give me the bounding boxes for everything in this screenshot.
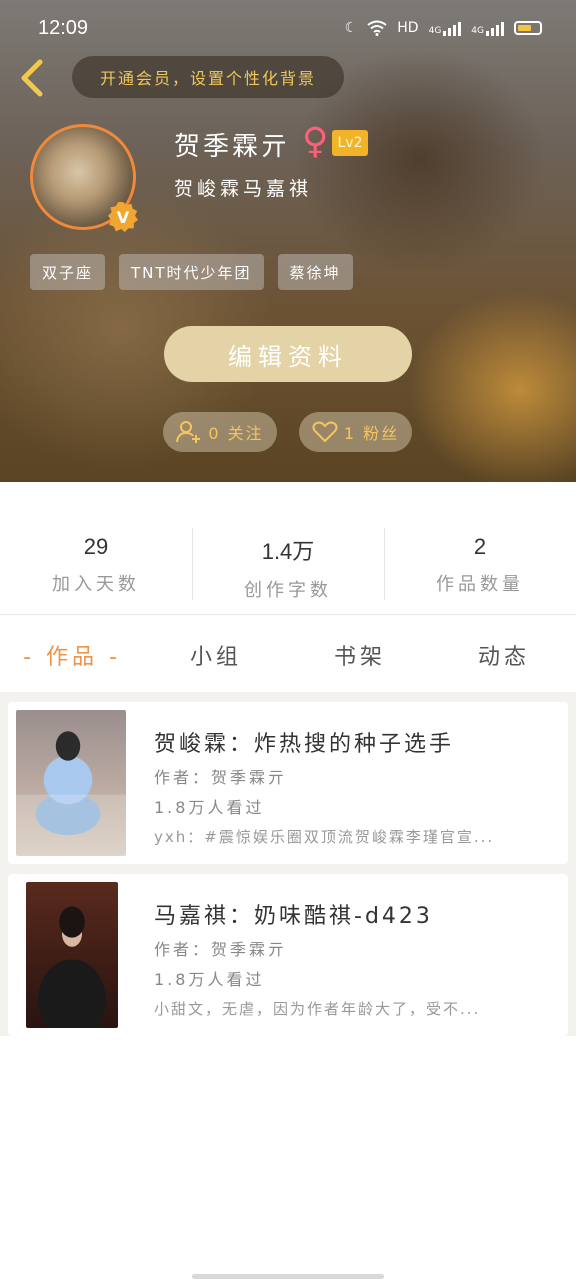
tab-works[interactable]: - 作品 -	[0, 632, 144, 678]
nickname: 贺季霖亓	[174, 132, 291, 162]
wifi-icon	[367, 20, 387, 36]
tab-activity[interactable]: 动态	[432, 632, 576, 678]
work-description: 小甜文，无虐，因为作者年龄大了，受不...	[154, 1000, 481, 1018]
work-author: 作者：贺季霖亓	[154, 940, 288, 959]
stat-label: 作品数量	[436, 574, 524, 595]
hd-label: HD	[397, 20, 419, 36]
chevron-left-icon	[21, 59, 43, 97]
stat-value: 29	[83, 534, 109, 559]
tag-item[interactable]: TNT时代少年团	[119, 254, 264, 290]
status-bar: 12:09 ☾ HD 4G 4G	[0, 0, 576, 56]
work-title: 贺峻霖：炸热搜的种子选手	[154, 732, 455, 757]
add-user-icon	[176, 421, 201, 443]
signature: 贺峻霖马嘉祺	[174, 178, 313, 200]
stats-row: 29 加入天数 1.4万 创作字数 2 作品数量	[0, 520, 576, 614]
level-badge: Lv2	[332, 130, 368, 156]
work-card[interactable]: 贺峻霖：炸热搜的种子选手 作者：贺季霖亓 1.8万人看过 yxh：#震惊娱乐圈双…	[8, 702, 568, 864]
edit-profile-button[interactable]: 编辑资料	[164, 326, 412, 382]
avatar[interactable]: V	[30, 124, 140, 234]
signal-2: 4G	[471, 20, 504, 36]
stat-value: 1.4万	[261, 539, 315, 564]
female-icon: ♀	[302, 121, 329, 162]
work-cover	[26, 882, 118, 1028]
moon-icon: ☾	[344, 20, 358, 36]
following-count: 0 关注	[208, 424, 264, 443]
battery-icon	[514, 21, 542, 35]
tab-bar: - 作品 - 小组 书架 动态	[0, 632, 576, 678]
followers-button[interactable]: 1 粉丝	[299, 412, 412, 452]
tab-bookshelf[interactable]: 书架	[288, 632, 432, 678]
stat-word-count: 1.4万 创作字数	[192, 520, 384, 614]
signal-1: 4G	[429, 20, 462, 36]
tab-groups[interactable]: 小组	[144, 632, 288, 678]
status-time: 12:09	[38, 16, 89, 39]
stat-label: 加入天数	[52, 574, 140, 595]
stat-label: 创作字数	[244, 580, 332, 601]
home-indicator[interactable]	[192, 1274, 384, 1279]
stat-value: 2	[473, 534, 487, 559]
stat-join-days: 29 加入天数	[0, 520, 192, 614]
divider	[0, 614, 576, 615]
vip-promo-button[interactable]: 开通会员，设置个性化背景	[72, 56, 344, 98]
followers-count: 1 粉丝	[343, 424, 400, 443]
work-author: 作者：贺季霖亓	[154, 768, 288, 787]
work-description: yxh：#震惊娱乐圈双顶流贺峻霖李瑾官宣...	[154, 828, 495, 846]
back-button[interactable]	[16, 58, 46, 98]
heart-icon	[312, 421, 338, 443]
work-cover	[16, 710, 126, 856]
work-card[interactable]: 马嘉祺：奶味酷祺-d423 作者：贺季霖亓 1.8万人看过 小甜文，无虐，因为作…	[8, 874, 568, 1036]
following-button[interactable]: 0 关注	[163, 412, 277, 452]
status-icons: ☾ HD 4G 4G	[345, 20, 542, 36]
stat-works-count: 2 作品数量	[384, 520, 576, 614]
tag-list: 双子座 TNT时代少年团 蔡徐坤	[30, 254, 353, 290]
work-title: 马嘉祺：奶味酷祺-d423	[154, 904, 433, 929]
work-views: 1.8万人看过	[154, 970, 265, 989]
profile-header: 12:09 ☾ HD 4G 4G 开通会员，设置个性化背景 V 贺季霖亓 ♀ L…	[0, 0, 576, 482]
tag-item[interactable]: 蔡徐坤	[277, 254, 353, 290]
work-views: 1.8万人看过	[154, 798, 265, 817]
tag-item[interactable]: 双子座	[30, 254, 106, 290]
